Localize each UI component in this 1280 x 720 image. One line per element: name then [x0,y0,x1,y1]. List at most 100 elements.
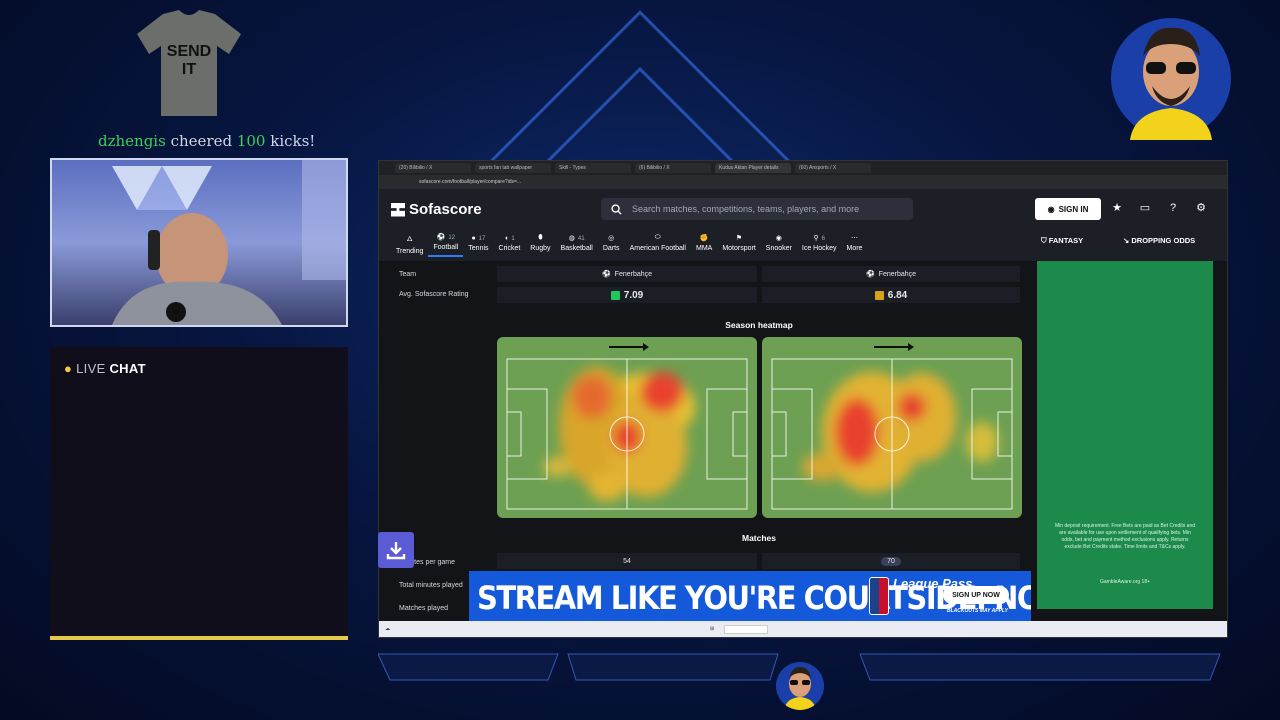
dropping-odds-link[interactable]: ↘ DROPPING ODDS [1123,236,1195,245]
rugby-icon: ⬮ [538,234,543,241]
season-heatmap-title: Season heatmap [725,320,793,330]
settings-gear-icon[interactable]: ⚙ [1195,202,1207,214]
snooker-icon: ◉ [775,235,782,242]
browser-tab[interactable]: (20) Bilibilio / X [395,163,471,173]
sport-tab-football[interactable]: ⚽ 12 Football [428,229,464,257]
betting-advertisement[interactable]: Min deposit requirement. Free Bets are p… [1037,261,1213,609]
sofascore-logo[interactable]: Sofascore [391,201,482,218]
sport-count: 41 [577,236,585,242]
team-left-value[interactable]: ⚽ Fenerbahçe [497,266,757,282]
sport-label: Snooker [765,245,792,252]
rating-badge [610,290,620,300]
sport-tab-rugby[interactable]: ⬮ Rugby [525,229,555,257]
browser-tab[interactable]: (6) Bilibilio / X [635,163,711,173]
team-label: Team [399,271,417,278]
taskbar-search-input[interactable] [724,624,769,634]
live-chat-panel: ● LIVE CHAT [50,347,348,640]
sport-tab-trending[interactable]: 🜂 Trending [391,229,428,257]
sports-nav: 🜂 Trending ⚽ 12 Football ● 17 Tennis ◖ 1 Cricket ⬮ R… [391,229,867,257]
cheer-count: 100 [236,132,266,150]
favorites-star-icon[interactable]: ★ [1111,202,1123,214]
sport-label: Trending [396,248,424,255]
sport-label: Darts [602,245,620,252]
matches-title: Matches [741,533,776,543]
basketball-icon: ◍ [568,235,575,242]
sport-label: Tennis [468,244,489,252]
heatmap-right [762,337,1022,518]
sport-tab-mma[interactable]: ✊ MMA [691,229,717,257]
news-icon[interactable]: ▭ [1139,202,1151,214]
search-icon [611,203,622,215]
sport-tab-basketball[interactable]: ◍ 41 Basketball [556,229,598,257]
tennis-icon: ● [471,234,476,242]
sport-label: MMA [695,245,713,252]
sport-count: 6 [821,236,825,242]
sofascore-logo-icon [391,202,405,217]
weather-widget-icon[interactable]: ☁ [385,626,390,632]
nba-league-pass-banner[interactable]: STREAM LIKE YOU'RE COURTSIDE. NOW $74.99… [469,571,1031,621]
sign-in-button[interactable]: ◉ SIGN IN [1035,198,1101,220]
streamer-avatar-small [776,662,824,710]
start-menu-icon[interactable]: ⊞ [710,626,714,632]
webcam-scene [112,160,346,325]
sport-count: 12 [448,235,456,241]
download-button[interactable] [378,532,414,568]
browser-tab[interactable]: (60) Ansports / X [795,163,871,173]
more-icon: ⋯ [850,235,858,242]
nba-logo-icon [869,577,889,615]
browser-tab[interactable]: Skill - Types [555,163,631,173]
browser-tab[interactable]: Kudus Aktan Player details [715,163,791,173]
sport-label: Rugby [530,245,551,252]
browser-tab[interactable]: sports fan tab wallpaper [475,163,551,173]
sport-tab-tennis[interactable]: ● 17 Tennis [463,229,493,257]
sport-label: Motorsport [722,245,756,252]
minutes-per-game-left: 54 [497,553,757,569]
player-compare-content: Team ⚽ Fenerbahçe ⚽ Fenerbahçe Avg. Sofasc… [379,261,1022,621]
fantasy-link[interactable]: ⛉ FANTASY [1041,236,1083,246]
send-it-shirt-icon: SEND IT [137,10,241,116]
bottom-frame-decoration [378,653,779,681]
team-right-value[interactable]: ⚽ Fenerbahçe [762,266,1020,282]
sport-label: Ice Hockey [801,245,837,252]
browser-window: (20) Bilibilio / X sports fan tab wallpap… [378,160,1228,638]
rating-right-value: 6.84 [762,287,1020,303]
windows-taskbar: ☁ ⊞ [379,621,1227,637]
sport-tab-darts[interactable]: ◎ Darts [598,229,625,257]
streamer-avatar [1111,18,1231,140]
svg-text:IT: IT [182,61,196,78]
matches-played-label: Matches played [399,605,449,612]
minutes-per-game-right: 70 [762,553,1020,569]
rating-left-value: 7.09 [497,287,757,303]
sport-tab-ice-hockey[interactable]: ⚲ 6 Ice Hockey [797,229,842,257]
live-chat-title: ● LIVE CHAT [64,361,146,376]
sport-label: Basketball [560,245,593,252]
ice-hockey-icon: ⚲ [813,235,819,242]
svg-text:SEND: SEND [167,43,211,60]
sport-tab-american-football[interactable]: ⬭ American Football [625,229,691,257]
total-minutes-label: Total minutes played [399,582,463,589]
sport-tab-more[interactable]: ⋯ More [842,229,868,257]
fantasy-icon: ⛉ [1041,236,1047,245]
sport-tab-cricket[interactable]: ◖ 1 Cricket [494,229,526,257]
darts-icon: ◎ [608,235,615,242]
mma-icon: ✊ [699,235,709,242]
sign-up-now-button[interactable]: SIGN UP NOW [943,586,1009,604]
live-dot-icon: ● [64,361,73,376]
motorsport-icon: ⚑ [735,235,743,242]
download-icon [386,542,406,560]
trend-down-icon: ↘ [1123,236,1130,245]
cheer-message: dzhengis cheered 100 kicks! [98,132,316,150]
sport-tab-snooker[interactable]: ◉ Snooker [761,229,797,257]
user-icon: ◉ [1047,204,1055,214]
cheer-user: dzhengis [98,132,166,150]
sport-tab-motorsport[interactable]: ⚑ Motorsport [717,229,760,257]
address-bar[interactable]: sofascore.com/football/player/compare?id… [379,175,1227,189]
blackouts-note: BLACKOUTS MAY APPLY [947,608,1008,614]
heatmap-left [497,337,757,518]
search-input[interactable]: Search matches, competitions, teams, pla… [601,198,913,220]
rating-label: Avg. Sofascore Rating [399,291,469,298]
help-icon[interactable]: ? [1167,202,1179,214]
rating-badge [874,290,884,300]
gambleaware-text: GambleAware.org 18+ [1099,579,1151,585]
fenerbahce-crest-icon: ⚽ [865,271,875,278]
